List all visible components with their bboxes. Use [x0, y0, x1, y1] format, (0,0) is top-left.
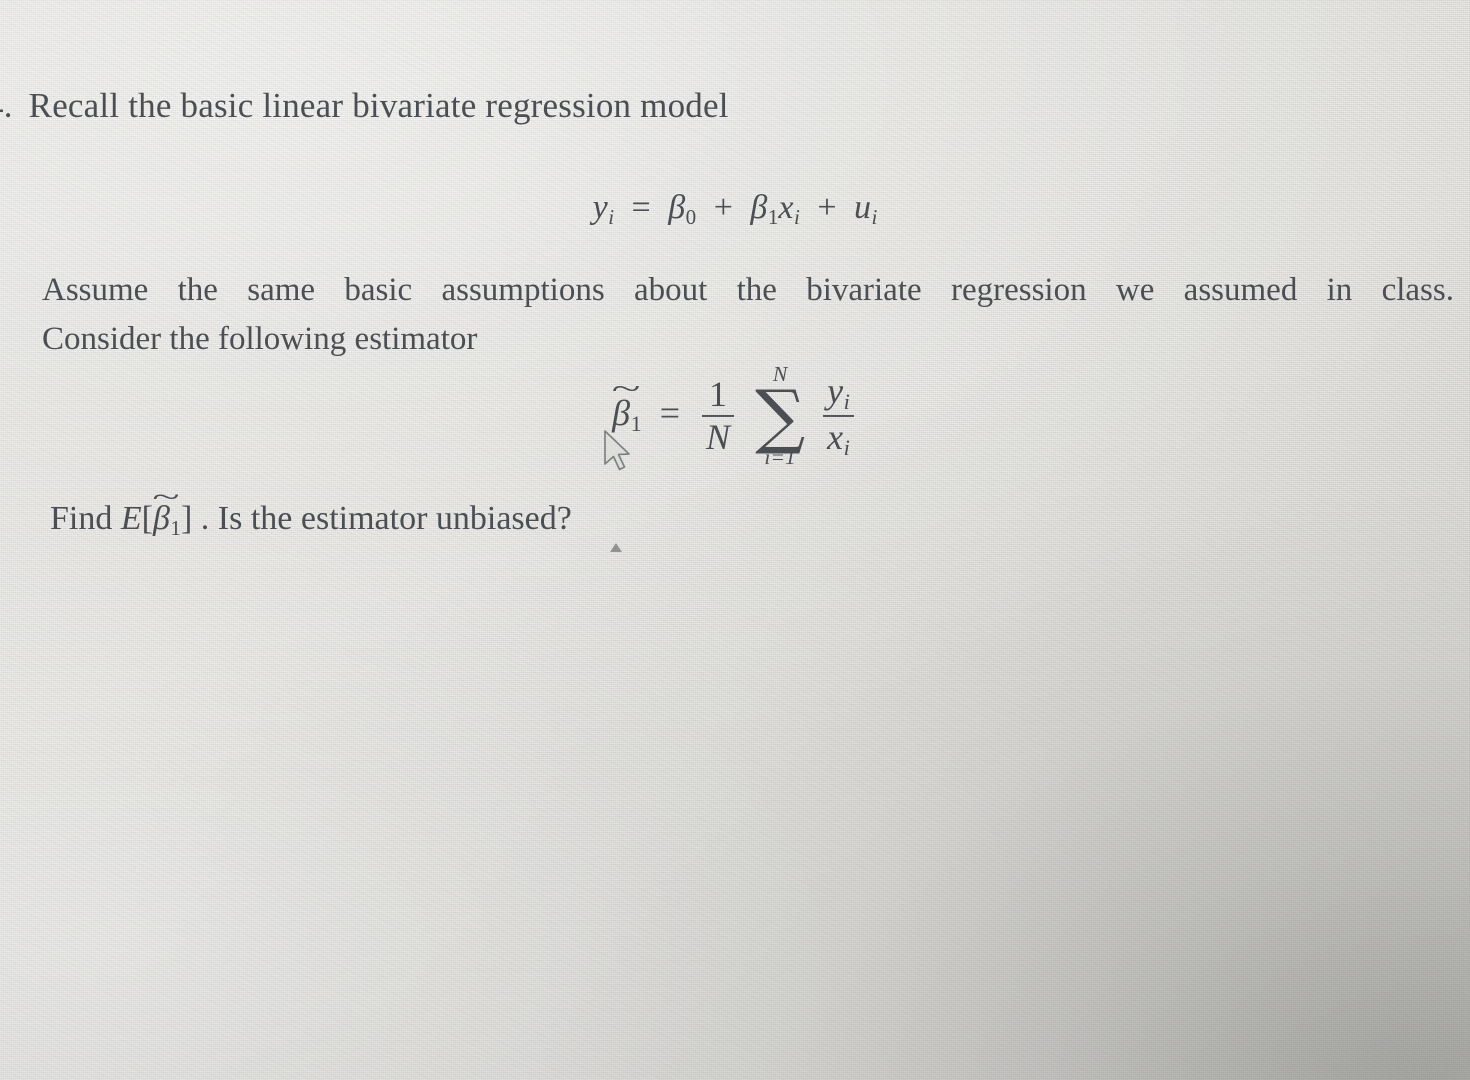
- equation-regression-model: yi = β0 + β1xi + ui: [0, 189, 1470, 230]
- expectation-operator: E: [120, 500, 142, 537]
- eq-equals: =: [631, 189, 651, 226]
- eq-beta0-sub: 0: [685, 204, 697, 229]
- paragraph-line-2: Consider the following estimator: [42, 321, 478, 357]
- summand-numerator-var: y: [827, 371, 844, 412]
- summand-numerator: yi: [823, 371, 854, 415]
- eq-u-sub: i: [871, 204, 878, 229]
- document-content: 4. Recall the basic linear bivariate regr…: [0, 0, 1470, 1080]
- eq-beta0: β: [668, 189, 686, 226]
- tilde-accent-icon-2: ~: [152, 482, 181, 513]
- assumptions-paragraph: Assume the same basic assumptions about …: [42, 268, 1454, 362]
- expectation-expression: E[~ β1]: [120, 484, 201, 540]
- summand-denominator-var: x: [827, 416, 844, 457]
- expectation-close-bracket: ]: [180, 500, 193, 537]
- fraction-numerator-one: 1: [709, 374, 728, 415]
- eq-x-sub: i: [793, 204, 800, 229]
- beta-tilde-lhs: ~ β1: [612, 375, 642, 437]
- eq-x-var: x: [778, 189, 794, 226]
- fraction-denominator-n: N: [702, 414, 735, 457]
- eq-plus-1: +: [713, 189, 733, 226]
- screen-photo: 4. Recall the basic linear bivariate regr…: [0, 0, 1470, 1080]
- closing-question-line: Find E[~ β1] . Is the estimator unbiased?: [50, 484, 1150, 541]
- problem-intro-line: 4. Recall the basic linear bivariate regr…: [0, 86, 986, 126]
- text-caret-artifact: [610, 543, 622, 552]
- beta-subscript: 1: [630, 410, 642, 436]
- problem-number: 4.: [0, 86, 13, 125]
- eq-lhs-var: y: [592, 189, 608, 226]
- eq-beta1: β: [750, 189, 768, 226]
- beta-subscript-2: 1: [170, 515, 181, 540]
- fraction-y-over-x: yi xi: [823, 371, 854, 461]
- closing-suffix: . Is the estimator unbiased?: [200, 500, 572, 537]
- problem-intro-text: Recall the basic linear bivariate regres…: [28, 86, 729, 125]
- equation-estimator: ~ β1 = 1 N N ∑ i=1 yi xi: [0, 363, 1470, 469]
- summand-denominator-sub: i: [843, 435, 850, 461]
- beta-tilde-expectation: ~ β1: [153, 484, 181, 541]
- sigma-icon: ∑: [755, 374, 806, 457]
- summation-operator: N ∑ i=1: [755, 363, 806, 469]
- summand-denominator: xi: [823, 414, 854, 461]
- estimator-equals: =: [659, 392, 681, 433]
- expectation-open-bracket: [: [141, 500, 153, 537]
- closing-prefix: Find: [50, 500, 113, 537]
- tilde-accent-icon: ~: [611, 373, 641, 406]
- eq-u-var: u: [854, 189, 872, 226]
- eq-beta1-sub: 1: [767, 204, 779, 229]
- equation-estimator-expression: ~ β1 = 1 N N ∑ i=1 yi xi: [612, 363, 858, 468]
- eq-lhs-sub: i: [608, 204, 615, 229]
- fraction-one-over-n: 1 N: [702, 374, 735, 457]
- paragraph-line-1: Assume the same basic assumptions about …: [42, 272, 1454, 308]
- eq-plus-2: +: [817, 189, 837, 226]
- summand-numerator-sub: i: [843, 389, 850, 415]
- equation-model-expression: yi = β0 + β1xi + ui: [592, 189, 878, 229]
